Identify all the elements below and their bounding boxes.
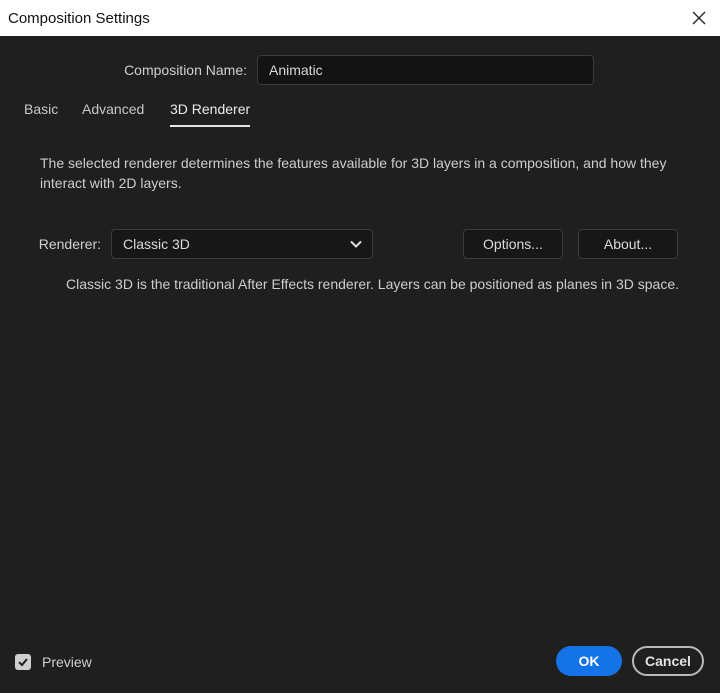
tab-bar: Basic Advanced 3D Renderer (0, 101, 720, 131)
cancel-button[interactable]: Cancel (632, 646, 704, 676)
window-title: Composition Settings (8, 9, 150, 27)
preview-checkbox-row[interactable]: Preview (15, 653, 92, 671)
renderer-label: Renderer: (38, 236, 101, 252)
close-icon (692, 11, 706, 25)
composition-name-input[interactable] (257, 55, 594, 85)
renderer-info-text: Classic 3D is the traditional After Effe… (66, 276, 679, 292)
tab-basic[interactable]: Basic (24, 101, 58, 125)
close-button[interactable] (686, 6, 712, 30)
options-button[interactable]: Options... (463, 229, 563, 259)
about-button[interactable]: About... (578, 229, 678, 259)
ok-button[interactable]: OK (556, 646, 622, 676)
checkmark-icon (18, 658, 28, 667)
title-bar: Composition Settings (0, 0, 720, 36)
preview-checkbox[interactable] (15, 654, 31, 670)
tab-3d-renderer[interactable]: 3D Renderer (170, 101, 251, 127)
composition-name-label: Composition Name: (124, 62, 247, 78)
tab-advanced[interactable]: Advanced (82, 101, 144, 125)
renderer-selected-value: Classic 3D (123, 236, 190, 252)
renderer-dropdown[interactable]: Classic 3D (111, 229, 373, 259)
chevron-down-icon (350, 240, 362, 248)
preview-label: Preview (42, 654, 92, 670)
renderer-description: The selected renderer determines the fea… (40, 155, 667, 191)
